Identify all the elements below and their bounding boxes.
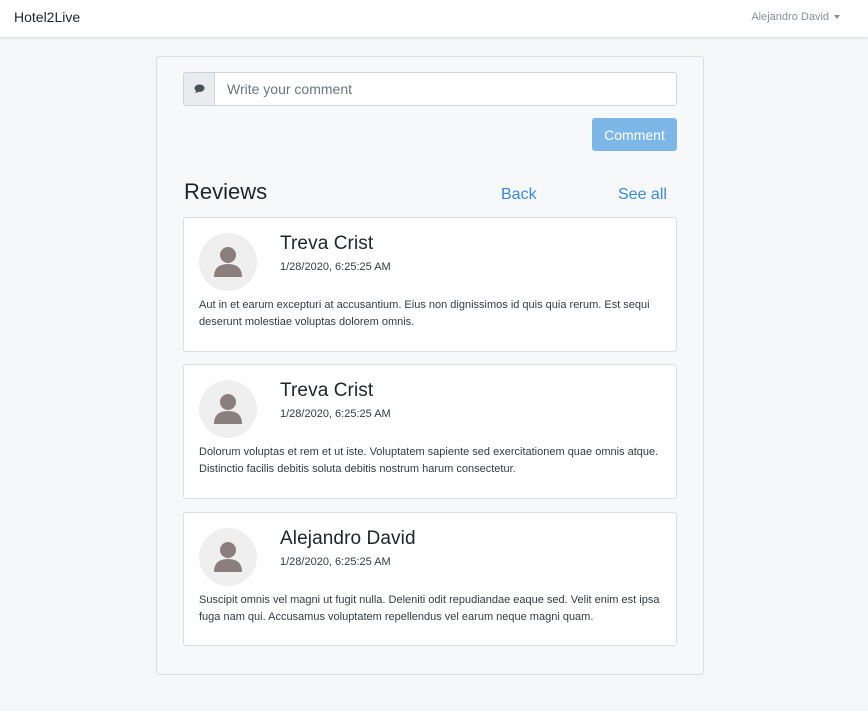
avatar: [199, 528, 257, 586]
avatar: [199, 380, 257, 438]
review-text: Suscipit omnis vel magni ut fugit nulla.…: [199, 594, 660, 623]
user-name: Alejandro David: [751, 11, 829, 23]
comment-button[interactable]: Comment: [592, 118, 677, 151]
review-card: Alejandro David 1/28/2020, 6:25:25 AM Su…: [183, 512, 677, 646]
brand-link[interactable]: Hotel2Live: [14, 9, 80, 25]
back-link[interactable]: Back: [501, 186, 537, 204]
review-date: 1/28/2020, 6:25:25 AM: [280, 556, 391, 568]
review-card: Treva Crist 1/28/2020, 6:25:25 AM Doloru…: [183, 364, 677, 499]
comment-input-group: [183, 72, 677, 106]
reviewer-name: Alejandro David: [280, 528, 416, 549]
review-card: Treva Crist 1/28/2020, 6:25:25 AM Aut in…: [183, 217, 677, 352]
review-date: 1/28/2020, 6:25:25 AM: [280, 261, 391, 273]
reviewer-name: Treva Crist: [280, 380, 374, 401]
see-all-link[interactable]: See all: [618, 186, 667, 204]
reviews-heading: Reviews: [184, 179, 268, 204]
review-date: 1/28/2020, 6:25:25 AM: [280, 408, 391, 420]
reviewer-name: Treva Crist: [280, 233, 374, 254]
caret-down-icon: [834, 15, 840, 19]
comment-addon: [183, 72, 214, 106]
user-avatar-icon: [214, 394, 242, 424]
review-text: Aut in et earum excepturi at accusantium…: [199, 299, 650, 328]
review-text: Dolorum voluptas et rem et ut iste. Volu…: [199, 446, 659, 475]
comment-input[interactable]: [214, 72, 677, 106]
reviews-panel: Comment Reviews Back See all Treva Crist…: [156, 56, 704, 675]
top-navbar: Hotel2Live Alejandro David: [0, 0, 868, 38]
avatar: [199, 233, 257, 291]
comment-icon: [194, 84, 204, 94]
user-avatar-icon: [214, 542, 242, 572]
user-dropdown-toggle[interactable]: Alejandro David: [751, 11, 840, 23]
user-avatar-icon: [214, 247, 242, 277]
